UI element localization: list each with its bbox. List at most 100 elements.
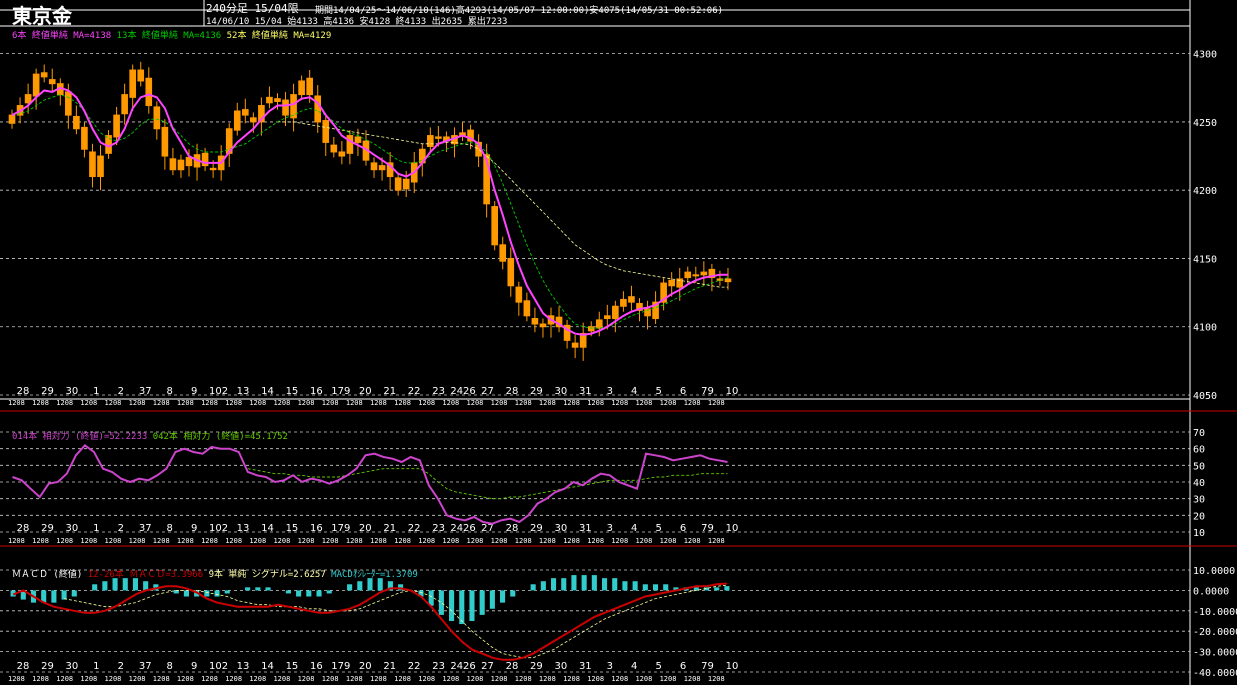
x-day-label: 13 bbox=[237, 661, 250, 672]
candle-body bbox=[692, 274, 700, 277]
x-time-label: 1208 bbox=[539, 537, 556, 545]
candle-body bbox=[402, 178, 410, 190]
x-day-label: 2426 bbox=[450, 386, 475, 397]
x-time-label: 1208 bbox=[8, 537, 25, 545]
x-day-label: 2 bbox=[118, 661, 124, 672]
x-time-label: 1208 bbox=[418, 675, 435, 683]
x-day-label: 5 bbox=[655, 386, 661, 397]
x-day-label: 37 bbox=[139, 661, 152, 672]
x-time-label: 1208 bbox=[660, 399, 677, 407]
x-day-label: 23 bbox=[432, 523, 445, 534]
candle-body bbox=[346, 135, 354, 154]
x-day-label: 79 bbox=[701, 523, 714, 534]
candle-body bbox=[24, 94, 32, 104]
candle-body bbox=[587, 326, 595, 332]
x-time-label: 1208 bbox=[467, 537, 484, 545]
x-time-label: 1208 bbox=[346, 399, 363, 407]
x-day-label: 179 bbox=[331, 661, 350, 672]
x-time-label: 1208 bbox=[467, 675, 484, 683]
candle-body bbox=[209, 167, 217, 171]
x-day-label: 37 bbox=[139, 523, 152, 534]
candle-body bbox=[394, 177, 402, 191]
x-time-label: 1208 bbox=[273, 399, 290, 407]
x-day-label: 8 bbox=[167, 386, 173, 397]
x-day-label: 28 bbox=[17, 523, 30, 534]
candle-body bbox=[233, 110, 241, 131]
x-day-label: 102 bbox=[209, 661, 228, 672]
candle-body bbox=[169, 158, 177, 171]
candle-body bbox=[40, 72, 48, 78]
x-time-label: 1208 bbox=[105, 399, 122, 407]
candle-body bbox=[177, 159, 185, 171]
candle-body bbox=[241, 109, 249, 116]
x-time-label: 1208 bbox=[684, 399, 701, 407]
x-day-label: 27 bbox=[481, 661, 494, 672]
x-time-label: 1208 bbox=[491, 537, 508, 545]
y-tick-label: 4100 bbox=[1193, 323, 1217, 334]
x-time-label: 1208 bbox=[32, 399, 49, 407]
candle-body bbox=[595, 319, 603, 329]
x-day-label: 10 bbox=[726, 523, 739, 534]
x-day-label: 30 bbox=[66, 661, 79, 672]
candle-body bbox=[153, 106, 161, 130]
x-day-label: 29 bbox=[41, 386, 54, 397]
x-day-label: 4 bbox=[631, 661, 637, 672]
candle-body bbox=[338, 151, 346, 157]
x-day-label: 9 bbox=[191, 661, 197, 672]
x-time-label: 1208 bbox=[177, 537, 194, 545]
x-time-label: 1208 bbox=[56, 537, 73, 545]
x-time-label: 1208 bbox=[660, 675, 677, 683]
candle-body bbox=[306, 77, 313, 96]
candle-body bbox=[282, 99, 289, 116]
candle-body bbox=[250, 117, 257, 123]
x-day-label: 3 bbox=[607, 523, 613, 534]
x-day-label: 28 bbox=[506, 386, 519, 397]
x-time-label: 1208 bbox=[346, 537, 363, 545]
x-day-label: 79 bbox=[701, 386, 714, 397]
x-time-label: 1208 bbox=[660, 537, 677, 545]
x-time-label: 1208 bbox=[322, 399, 339, 407]
x-time-label: 1208 bbox=[177, 675, 194, 683]
x-time-label: 1208 bbox=[587, 399, 604, 407]
x-time-label: 1208 bbox=[539, 675, 556, 683]
x-time-label: 1208 bbox=[394, 399, 411, 407]
x-day-label: 10 bbox=[726, 386, 739, 397]
x-day-label: 102 bbox=[209, 386, 228, 397]
x-time-label: 1208 bbox=[515, 399, 532, 407]
x-time-label: 1208 bbox=[611, 399, 628, 407]
y-tick-label: 10.0000 bbox=[1193, 566, 1235, 577]
chart-canvas: 4050410041504200425043001020304050607010… bbox=[0, 0, 1237, 685]
candle-body bbox=[266, 96, 273, 104]
x-day-label: 21 bbox=[383, 386, 396, 397]
x-day-label: 29 bbox=[41, 523, 54, 534]
y-tick-label: -40.0000 bbox=[1193, 668, 1237, 679]
candle-body bbox=[628, 296, 635, 303]
x-day-label: 29 bbox=[530, 523, 543, 534]
candle-body bbox=[330, 144, 338, 153]
candle-body bbox=[73, 115, 80, 130]
x-time-label: 1208 bbox=[563, 399, 580, 407]
x-time-label: 1208 bbox=[635, 537, 652, 545]
x-time-label: 1208 bbox=[467, 399, 484, 407]
y-tick-label: 30 bbox=[1193, 495, 1205, 506]
x-time-label: 1208 bbox=[177, 399, 194, 407]
candle-body bbox=[298, 80, 305, 96]
x-time-label: 1208 bbox=[611, 537, 628, 545]
x-day-label: 6 bbox=[680, 661, 686, 672]
y-tick-label: 70 bbox=[1193, 428, 1205, 439]
x-day-label: 20 bbox=[359, 661, 372, 672]
x-day-label: 5 bbox=[655, 523, 661, 534]
x-time-label: 1208 bbox=[370, 675, 387, 683]
x-day-label: 31 bbox=[579, 661, 592, 672]
x-day-label: 31 bbox=[579, 386, 592, 397]
x-day-label: 14 bbox=[261, 661, 274, 672]
x-day-label: 15 bbox=[286, 523, 299, 534]
x-day-label: 15 bbox=[286, 661, 299, 672]
candle-body bbox=[121, 94, 128, 115]
x-day-label: 2 bbox=[118, 386, 124, 397]
rsi42-line bbox=[247, 468, 728, 500]
x-time-label: 1208 bbox=[273, 537, 290, 545]
x-day-label: 1 bbox=[93, 523, 99, 534]
candle-body bbox=[724, 278, 732, 283]
x-day-label: 9 bbox=[191, 386, 197, 397]
